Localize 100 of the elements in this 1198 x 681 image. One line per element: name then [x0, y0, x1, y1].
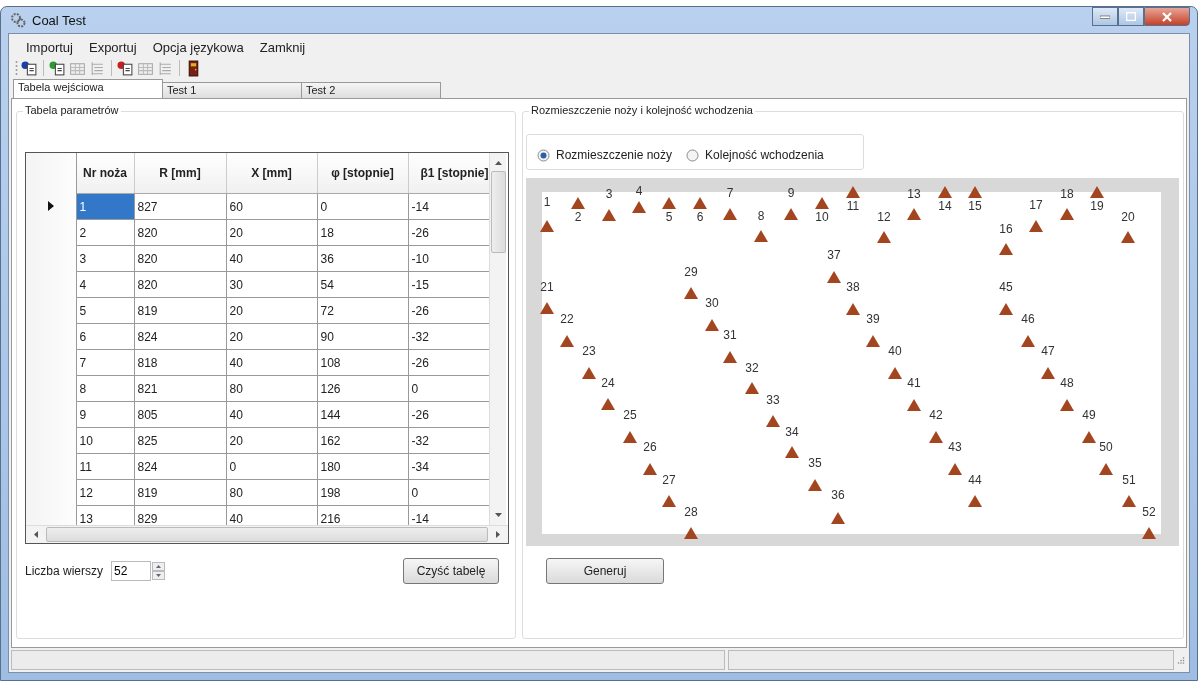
scroll-thumb[interactable] — [490, 171, 506, 253]
knife-marker — [560, 335, 574, 347]
knife-number: 16 — [999, 222, 1013, 236]
knife-number: 49 — [1082, 408, 1096, 422]
close-icon — [1162, 11, 1172, 22]
table-cell: 12 — [76, 479, 134, 506]
table-cell: 820 — [134, 271, 226, 298]
window-title: Coal Test — [32, 12, 86, 28]
knife-marker — [723, 208, 737, 220]
knife-number: 38 — [846, 280, 860, 294]
resize-grip-icon[interactable] — [1177, 656, 1185, 664]
table-cell: 0 — [226, 453, 317, 480]
table-cell: 18 — [317, 219, 408, 246]
table-cell: 80 — [226, 479, 317, 506]
menu-item[interactable]: Importuj — [19, 38, 80, 56]
table-cell: 144 — [317, 401, 408, 428]
knife-number: 36 — [831, 488, 845, 502]
mode-radio[interactable]: Kolejność wchodzenia — [686, 147, 824, 163]
scroll-thumb[interactable] — [46, 527, 488, 542]
knife-number: 13 — [907, 187, 921, 201]
knife-marker — [1122, 495, 1136, 507]
knife-number: 23 — [582, 344, 596, 358]
knife-marker — [808, 479, 822, 491]
knife-marker — [582, 367, 596, 379]
knife-number: 25 — [623, 408, 637, 422]
minimize-button[interactable] — [1092, 7, 1118, 26]
spinner-arrows-icon[interactable] — [152, 562, 166, 580]
tab[interactable]: Test 2 — [301, 82, 441, 98]
mode-radio[interactable]: Rozmieszczenie noży — [537, 147, 673, 163]
table-cell: 54 — [317, 271, 408, 298]
knife-number: 31 — [723, 328, 737, 342]
radio-icon[interactable] — [537, 148, 550, 162]
knife-number: 26 — [643, 440, 657, 454]
table-cell: 2 — [76, 219, 134, 246]
knife-marker — [766, 415, 780, 427]
knife-marker — [831, 512, 845, 524]
row-count-field[interactable]: 52 — [111, 561, 152, 581]
table-cell: 821 — [134, 375, 226, 402]
table-cell: 180 — [317, 453, 408, 480]
clear-table-button[interactable]: Czyść tabelę — [403, 558, 499, 584]
table-cell: 20 — [226, 297, 317, 324]
vertical-scrollbar[interactable] — [489, 153, 506, 525]
import-document-icon[interactable] — [117, 59, 134, 77]
knife-marker — [888, 367, 902, 379]
left-arrow-icon[interactable] — [34, 531, 38, 538]
right-arrow-icon[interactable] — [496, 531, 500, 538]
table-cell: 819 — [134, 297, 226, 324]
knife-number: 14 — [938, 199, 952, 213]
tab[interactable]: Tabela wejściowa — [13, 79, 163, 98]
menu-item[interactable]: Opcja językowa — [145, 38, 251, 56]
column-header[interactable]: β1 [stopnie] — [408, 153, 489, 194]
table-cell: 40 — [226, 401, 317, 428]
close-button[interactable] — [1144, 7, 1190, 26]
export-document-icon[interactable] — [49, 59, 66, 77]
table-cell: 36 — [317, 245, 408, 272]
table-cell: 818 — [134, 349, 226, 376]
column-header[interactable]: R [mm] — [134, 153, 226, 194]
knife-marker — [1021, 335, 1035, 347]
knife-number: 30 — [705, 296, 719, 310]
table-cell: 827 — [134, 193, 226, 220]
table-cell: 820 — [134, 219, 226, 246]
knife-number: 5 — [665, 210, 673, 224]
knife-marker — [929, 431, 943, 443]
knife-number: 41 — [907, 376, 921, 390]
knife-marker — [785, 446, 799, 458]
column-header[interactable]: φ [stopnie] — [317, 153, 408, 194]
table-cell: 7 — [76, 349, 134, 376]
radio-icon[interactable] — [686, 148, 700, 162]
knife-number: 29 — [684, 265, 698, 279]
knife-number: 18 — [1060, 187, 1074, 201]
horizontal-scrollbar[interactable] — [26, 525, 508, 543]
import-document-icon[interactable] — [21, 59, 38, 77]
table-cell: 3 — [76, 245, 134, 272]
generate-button[interactable]: Generuj — [546, 558, 664, 584]
knife-marker — [877, 231, 891, 243]
column-header[interactable]: Nr noża — [76, 153, 134, 194]
knife-number: 15 — [968, 199, 982, 213]
maximize-button[interactable] — [1118, 7, 1144, 26]
knife-number: 37 — [827, 248, 841, 262]
table-cell: 5 — [76, 297, 134, 324]
knife-number: 33 — [766, 393, 780, 407]
knife-marker — [643, 463, 657, 475]
up-arrow-icon[interactable] — [494, 161, 502, 165]
knife-marker — [907, 208, 921, 220]
menu-item[interactable]: Exportuj — [81, 38, 144, 56]
knife-number: 7 — [726, 186, 734, 200]
knife-number: 47 — [1041, 344, 1055, 358]
knife-number: 44 — [968, 473, 982, 487]
menu-item[interactable]: Zamknij — [252, 38, 313, 56]
down-arrow-icon[interactable] — [494, 513, 502, 517]
knife-number: 4 — [635, 184, 643, 198]
knife-number: 51 — [1122, 473, 1136, 487]
knife-number: 17 — [1029, 198, 1043, 212]
column-header[interactable]: X [mm] — [226, 153, 317, 194]
table-cell: 198 — [317, 479, 408, 506]
knife-marker — [827, 271, 841, 283]
table-cell: 126 — [317, 375, 408, 402]
knife-marker — [684, 287, 698, 299]
tab[interactable]: Test 1 — [162, 82, 302, 98]
knife-marker — [571, 197, 585, 209]
